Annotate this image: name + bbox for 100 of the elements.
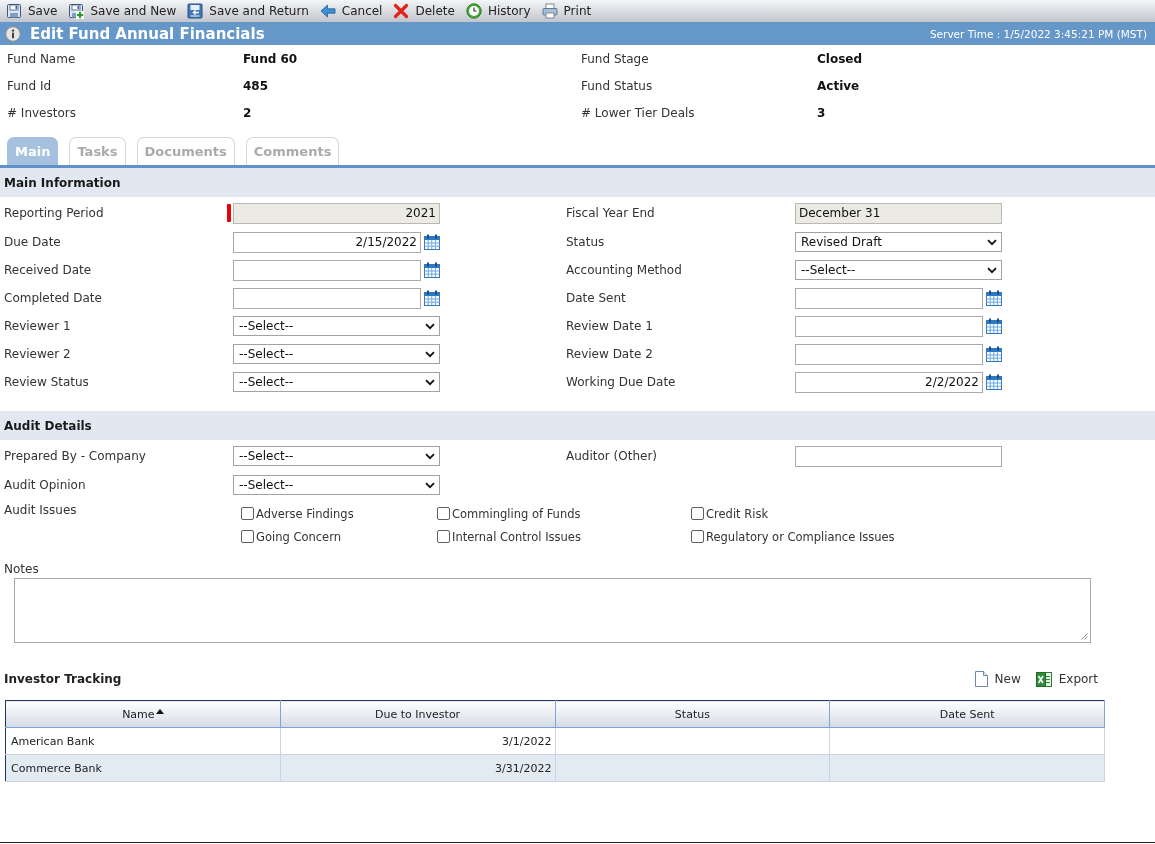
cross-icon xyxy=(393,3,410,19)
delete-button[interactable]: Delete xyxy=(393,1,455,21)
dropdown[interactable]: --Select-- xyxy=(233,344,440,364)
field-label: Audit Issues xyxy=(4,503,77,517)
save-and-return-button[interactable]: Save and Return xyxy=(187,1,309,21)
summary-label: Fund Id xyxy=(7,78,52,93)
checkbox-label: Adverse Findings xyxy=(256,506,354,521)
new-button[interactable]: New xyxy=(974,671,1021,687)
section-title: Main Information xyxy=(4,175,121,190)
column-header[interactable]: Name xyxy=(5,700,281,728)
table-cell: 3/31/2022 xyxy=(280,754,555,782)
checkbox-label: Credit Risk xyxy=(706,506,769,521)
printer-icon xyxy=(541,3,558,19)
field-label: Date Sent xyxy=(566,291,626,305)
dropdown[interactable]: --Select-- xyxy=(233,316,440,336)
checkbox[interactable] xyxy=(691,507,704,520)
cancel-button[interactable]: Cancel xyxy=(319,1,383,21)
summary-label: Fund Name xyxy=(7,51,76,66)
summary-value: Fund 60 xyxy=(243,51,298,66)
floppy-plus-icon xyxy=(68,3,85,19)
date-field[interactable] xyxy=(233,259,421,281)
checkbox[interactable] xyxy=(241,530,254,543)
checkbox[interactable] xyxy=(691,530,704,543)
date-field[interactable] xyxy=(233,287,421,309)
field-label: Received Date xyxy=(4,263,92,277)
date-field[interactable]: 2/2/2022 xyxy=(795,371,983,393)
dropdown[interactable]: --Select-- xyxy=(233,446,440,466)
column-header[interactable]: Status xyxy=(555,700,830,728)
checkbox[interactable] xyxy=(437,530,450,543)
dropdown[interactable]: --Select-- xyxy=(233,372,440,392)
summary-label: # Lower Tier Deals xyxy=(581,105,695,120)
summary-value: 3 xyxy=(817,105,826,120)
export-button[interactable]: Export xyxy=(1035,671,1098,687)
calendar-icon[interactable] xyxy=(986,290,1002,306)
summary-value: 2 xyxy=(243,105,252,120)
checkbox-label: Internal Control Issues xyxy=(452,529,581,544)
history-button[interactable]: History xyxy=(465,1,531,21)
notes-field[interactable] xyxy=(14,578,1091,643)
document-icon xyxy=(974,671,988,687)
arrow-left-icon xyxy=(319,3,336,19)
summary-label: Fund Stage xyxy=(581,51,649,66)
calendar-icon[interactable] xyxy=(424,262,440,278)
column-header[interactable]: Due to Investor xyxy=(280,700,555,728)
table-cell: 3/1/2022 xyxy=(280,727,555,755)
dropdown[interactable]: --Select-- xyxy=(795,260,1002,280)
table-cell: Commerce Bank xyxy=(5,754,281,782)
field-label: Review Date 1 xyxy=(566,319,653,333)
save-and-new-button[interactable]: Save and New xyxy=(68,1,177,21)
date-field[interactable] xyxy=(795,315,983,337)
checkbox[interactable] xyxy=(437,507,450,520)
chevron-down-icon xyxy=(425,350,435,358)
checkbox[interactable] xyxy=(241,507,254,520)
summary-value: Closed xyxy=(817,51,863,66)
date-field[interactable] xyxy=(795,343,983,365)
dropdown[interactable]: --Select-- xyxy=(233,475,440,495)
chevron-down-icon xyxy=(987,266,997,274)
summary-label: Fund Status xyxy=(581,78,653,93)
date-field[interactable] xyxy=(795,287,983,309)
checkbox-label: Going Concern xyxy=(256,529,341,544)
chevron-down-icon xyxy=(425,452,435,460)
field-label: Reviewer 2 xyxy=(4,347,71,361)
spreadsheet-icon xyxy=(1035,671,1052,687)
calendar-icon[interactable] xyxy=(424,290,440,306)
calendar-icon[interactable] xyxy=(986,318,1002,334)
chevron-down-icon xyxy=(425,481,435,489)
print-button[interactable]: Print xyxy=(541,1,592,21)
section-title: Investor Tracking xyxy=(4,672,122,686)
text-field[interactable] xyxy=(795,445,1002,467)
dropdown[interactable]: Revised Draft xyxy=(795,232,1002,252)
field-label: Review Status xyxy=(4,375,89,389)
chevron-down-icon xyxy=(425,378,435,386)
date-field[interactable]: 2/15/2022 xyxy=(233,231,421,253)
section-title: Audit Details xyxy=(4,418,92,433)
field-label: Auditor (Other) xyxy=(566,449,657,463)
page-title: Edit Fund Annual Financials xyxy=(30,24,266,43)
clock-icon xyxy=(465,3,482,19)
summary-label: # Investors xyxy=(7,105,76,120)
field-label: Notes xyxy=(4,562,39,576)
field-label: Review Date 2 xyxy=(566,347,653,361)
field-label: Completed Date xyxy=(4,291,102,305)
column-header[interactable]: Date Sent xyxy=(829,700,1105,728)
field-label: Reporting Period xyxy=(4,206,104,220)
field-label: Due Date xyxy=(4,235,61,249)
summary-value: Active xyxy=(817,78,860,93)
field-label: Fiscal Year End xyxy=(566,206,655,220)
field-label: Accounting Method xyxy=(566,263,682,277)
chevron-down-icon xyxy=(987,238,997,246)
calendar-icon[interactable] xyxy=(986,374,1002,390)
field-label: Audit Opinion xyxy=(4,478,86,492)
field-label: Status xyxy=(566,235,605,249)
server-time: Server Time : 1/5/2022 3:45:21 PM (MST) xyxy=(929,27,1147,40)
calendar-icon[interactable] xyxy=(424,234,440,250)
calendar-icon[interactable] xyxy=(986,346,1002,362)
save-button[interactable]: Save xyxy=(6,1,58,21)
resize-grip-icon[interactable] xyxy=(1080,632,1088,640)
chevron-down-icon xyxy=(425,322,435,330)
field-label: Working Due Date xyxy=(566,375,676,389)
info-icon xyxy=(5,25,21,42)
checkbox-label: Commingling of Funds xyxy=(452,506,581,521)
checkbox-label: Regulatory or Compliance Issues xyxy=(706,529,895,544)
